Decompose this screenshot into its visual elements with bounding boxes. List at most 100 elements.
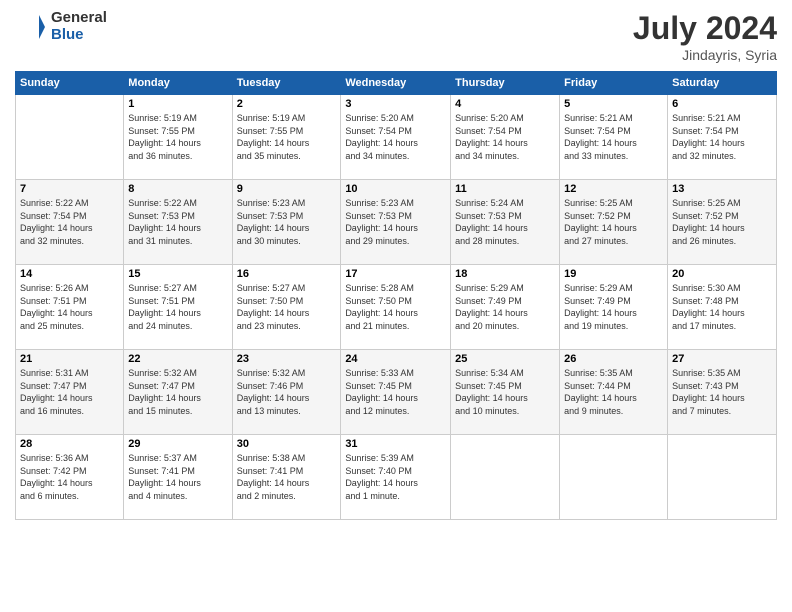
calendar-week-row: 28Sunrise: 5:36 AMSunset: 7:42 PMDayligh… xyxy=(16,435,777,520)
table-row: 17 Sunrise: 5:28 AMSunset: 7:50 PMDayligh… xyxy=(341,265,451,350)
day-number: 1 xyxy=(128,98,227,110)
table-row: 30Sunrise: 5:38 AMSunset: 7:41 PMDayligh… xyxy=(232,435,341,520)
table-row: 27 Sunrise: 5:35 AMSunset: 7:43 PMDayligh… xyxy=(668,350,777,435)
day-info: Sunrise: 5:20 AMSunset: 7:54 PMDaylight:… xyxy=(455,112,555,162)
day-number: 23 xyxy=(237,353,337,365)
day-info: Sunrise: 5:24 AMSunset: 7:53 PMDaylight:… xyxy=(455,197,555,247)
table-row: 13 Sunrise: 5:25 AMSunset: 7:52 PMDayligh… xyxy=(668,180,777,265)
day-info: Sunrise: 5:19 AMSunset: 7:55 PMDaylight:… xyxy=(128,112,227,162)
table-row: 9 Sunrise: 5:23 AMSunset: 7:53 PMDaylight… xyxy=(232,180,341,265)
day-number: 22 xyxy=(128,353,227,365)
title-block: July 2024 Jindayris, Syria xyxy=(633,10,777,63)
calendar-week-row: 7Sunrise: 5:22 AMSunset: 7:54 PMDaylight… xyxy=(16,180,777,265)
table-row: 16 Sunrise: 5:27 AMSunset: 7:50 PMDayligh… xyxy=(232,265,341,350)
table-row: 15 Sunrise: 5:27 AMSunset: 7:51 PMDayligh… xyxy=(124,265,232,350)
page-header: General Blue July 2024 Jindayris, Syria xyxy=(15,10,777,63)
table-row: 10 Sunrise: 5:23 AMSunset: 7:53 PMDayligh… xyxy=(341,180,451,265)
day-info: Sunrise: 5:23 AMSunset: 7:53 PMDaylight:… xyxy=(345,197,446,247)
table-row: 24Sunrise: 5:33 AMSunset: 7:45 PMDayligh… xyxy=(341,350,451,435)
table-row: 14Sunrise: 5:26 AMSunset: 7:51 PMDayligh… xyxy=(16,265,124,350)
day-number: 19 xyxy=(564,268,663,280)
table-row: 23 Sunrise: 5:32 AMSunset: 7:46 PMDayligh… xyxy=(232,350,341,435)
day-number: 31 xyxy=(345,438,446,450)
day-number: 6 xyxy=(672,98,772,110)
day-info: Sunrise: 5:32 AMSunset: 7:46 PMDaylight:… xyxy=(237,367,337,417)
table-row: 11 Sunrise: 5:24 AMSunset: 7:53 PMDayligh… xyxy=(451,180,560,265)
table-row xyxy=(451,435,560,520)
day-info: Sunrise: 5:21 AMSunset: 7:54 PMDaylight:… xyxy=(564,112,663,162)
table-row: 25 Sunrise: 5:34 AMSunset: 7:45 PMDayligh… xyxy=(451,350,560,435)
day-info: Sunrise: 5:36 AMSunset: 7:42 PMDaylight:… xyxy=(20,452,119,502)
col-monday: Monday xyxy=(124,72,232,95)
day-number: 12 xyxy=(564,183,663,195)
logo-text: General Blue xyxy=(51,10,107,43)
col-thursday: Thursday xyxy=(451,72,560,95)
table-row xyxy=(16,95,124,180)
day-number: 8 xyxy=(128,183,227,195)
day-number: 26 xyxy=(564,353,663,365)
day-number: 30 xyxy=(237,438,337,450)
day-info: Sunrise: 5:21 AMSunset: 7:54 PMDaylight:… xyxy=(672,112,772,162)
table-row: 8 Sunrise: 5:22 AMSunset: 7:53 PMDaylight… xyxy=(124,180,232,265)
day-number: 13 xyxy=(672,183,772,195)
table-row: 19 Sunrise: 5:29 AMSunset: 7:49 PMDayligh… xyxy=(560,265,668,350)
day-info: Sunrise: 5:27 AMSunset: 7:50 PMDaylight:… xyxy=(237,282,337,332)
table-row: 28Sunrise: 5:36 AMSunset: 7:42 PMDayligh… xyxy=(16,435,124,520)
day-info: Sunrise: 5:37 AMSunset: 7:41 PMDaylight:… xyxy=(128,452,227,502)
day-number: 7 xyxy=(20,183,119,195)
day-number: 5 xyxy=(564,98,663,110)
day-number: 27 xyxy=(672,353,772,365)
day-info: Sunrise: 5:34 AMSunset: 7:45 PMDaylight:… xyxy=(455,367,555,417)
table-row: 26Sunrise: 5:35 AMSunset: 7:44 PMDayligh… xyxy=(560,350,668,435)
table-row: 18Sunrise: 5:29 AMSunset: 7:49 PMDayligh… xyxy=(451,265,560,350)
day-info: Sunrise: 5:29 AMSunset: 7:49 PMDaylight:… xyxy=(564,282,663,332)
day-info: Sunrise: 5:28 AMSunset: 7:50 PMDaylight:… xyxy=(345,282,446,332)
day-info: Sunrise: 5:25 AMSunset: 7:52 PMDaylight:… xyxy=(672,197,772,247)
day-info: Sunrise: 5:31 AMSunset: 7:47 PMDaylight:… xyxy=(20,367,119,417)
logo-blue: Blue xyxy=(51,27,107,44)
day-info: Sunrise: 5:19 AMSunset: 7:55 PMDaylight:… xyxy=(237,112,337,162)
table-row: 12 Sunrise: 5:25 AMSunset: 7:52 PMDayligh… xyxy=(560,180,668,265)
day-number: 25 xyxy=(455,353,555,365)
day-number: 4 xyxy=(455,98,555,110)
table-row: 6 Sunrise: 5:21 AMSunset: 7:54 PMDaylight… xyxy=(668,95,777,180)
col-saturday: Saturday xyxy=(668,72,777,95)
day-number: 16 xyxy=(237,268,337,280)
day-number: 3 xyxy=(345,98,446,110)
calendar-table: Sunday Monday Tuesday Wednesday Thursday… xyxy=(15,71,777,520)
table-row: 21 Sunrise: 5:31 AMSunset: 7:47 PMDayligh… xyxy=(16,350,124,435)
day-info: Sunrise: 5:30 AMSunset: 7:48 PMDaylight:… xyxy=(672,282,772,332)
month-year: July 2024 xyxy=(633,10,777,47)
table-row: 22Sunrise: 5:32 AMSunset: 7:47 PMDayligh… xyxy=(124,350,232,435)
calendar-week-row: 1 Sunrise: 5:19 AMSunset: 7:55 PMDaylight… xyxy=(16,95,777,180)
day-info: Sunrise: 5:20 AMSunset: 7:54 PMDaylight:… xyxy=(345,112,446,162)
day-info: Sunrise: 5:39 AMSunset: 7:40 PMDaylight:… xyxy=(345,452,446,502)
day-info: Sunrise: 5:25 AMSunset: 7:52 PMDaylight:… xyxy=(564,197,663,247)
day-number: 29 xyxy=(128,438,227,450)
day-info: Sunrise: 5:35 AMSunset: 7:43 PMDaylight:… xyxy=(672,367,772,417)
col-wednesday: Wednesday xyxy=(341,72,451,95)
table-row: 29 Sunrise: 5:37 AMSunset: 7:41 PMDayligh… xyxy=(124,435,232,520)
day-number: 15 xyxy=(128,268,227,280)
day-number: 10 xyxy=(345,183,446,195)
calendar-header-row: Sunday Monday Tuesday Wednesday Thursday… xyxy=(16,72,777,95)
table-row: 7Sunrise: 5:22 AMSunset: 7:54 PMDaylight… xyxy=(16,180,124,265)
col-tuesday: Tuesday xyxy=(232,72,341,95)
day-info: Sunrise: 5:23 AMSunset: 7:53 PMDaylight:… xyxy=(237,197,337,247)
day-number: 9 xyxy=(237,183,337,195)
table-row: 31 Sunrise: 5:39 AMSunset: 7:40 PMDayligh… xyxy=(341,435,451,520)
day-number: 21 xyxy=(20,353,119,365)
table-row: 1 Sunrise: 5:19 AMSunset: 7:55 PMDaylight… xyxy=(124,95,232,180)
day-number: 11 xyxy=(455,183,555,195)
logo-general: General xyxy=(51,10,107,27)
table-row: 20Sunrise: 5:30 AMSunset: 7:48 PMDayligh… xyxy=(668,265,777,350)
logo: General Blue xyxy=(15,10,107,43)
day-info: Sunrise: 5:33 AMSunset: 7:45 PMDaylight:… xyxy=(345,367,446,417)
day-info: Sunrise: 5:27 AMSunset: 7:51 PMDaylight:… xyxy=(128,282,227,332)
calendar-week-row: 14Sunrise: 5:26 AMSunset: 7:51 PMDayligh… xyxy=(16,265,777,350)
table-row xyxy=(560,435,668,520)
col-sunday: Sunday xyxy=(16,72,124,95)
day-info: Sunrise: 5:22 AMSunset: 7:53 PMDaylight:… xyxy=(128,197,227,247)
day-number: 17 xyxy=(345,268,446,280)
table-row: 5 Sunrise: 5:21 AMSunset: 7:54 PMDaylight… xyxy=(560,95,668,180)
